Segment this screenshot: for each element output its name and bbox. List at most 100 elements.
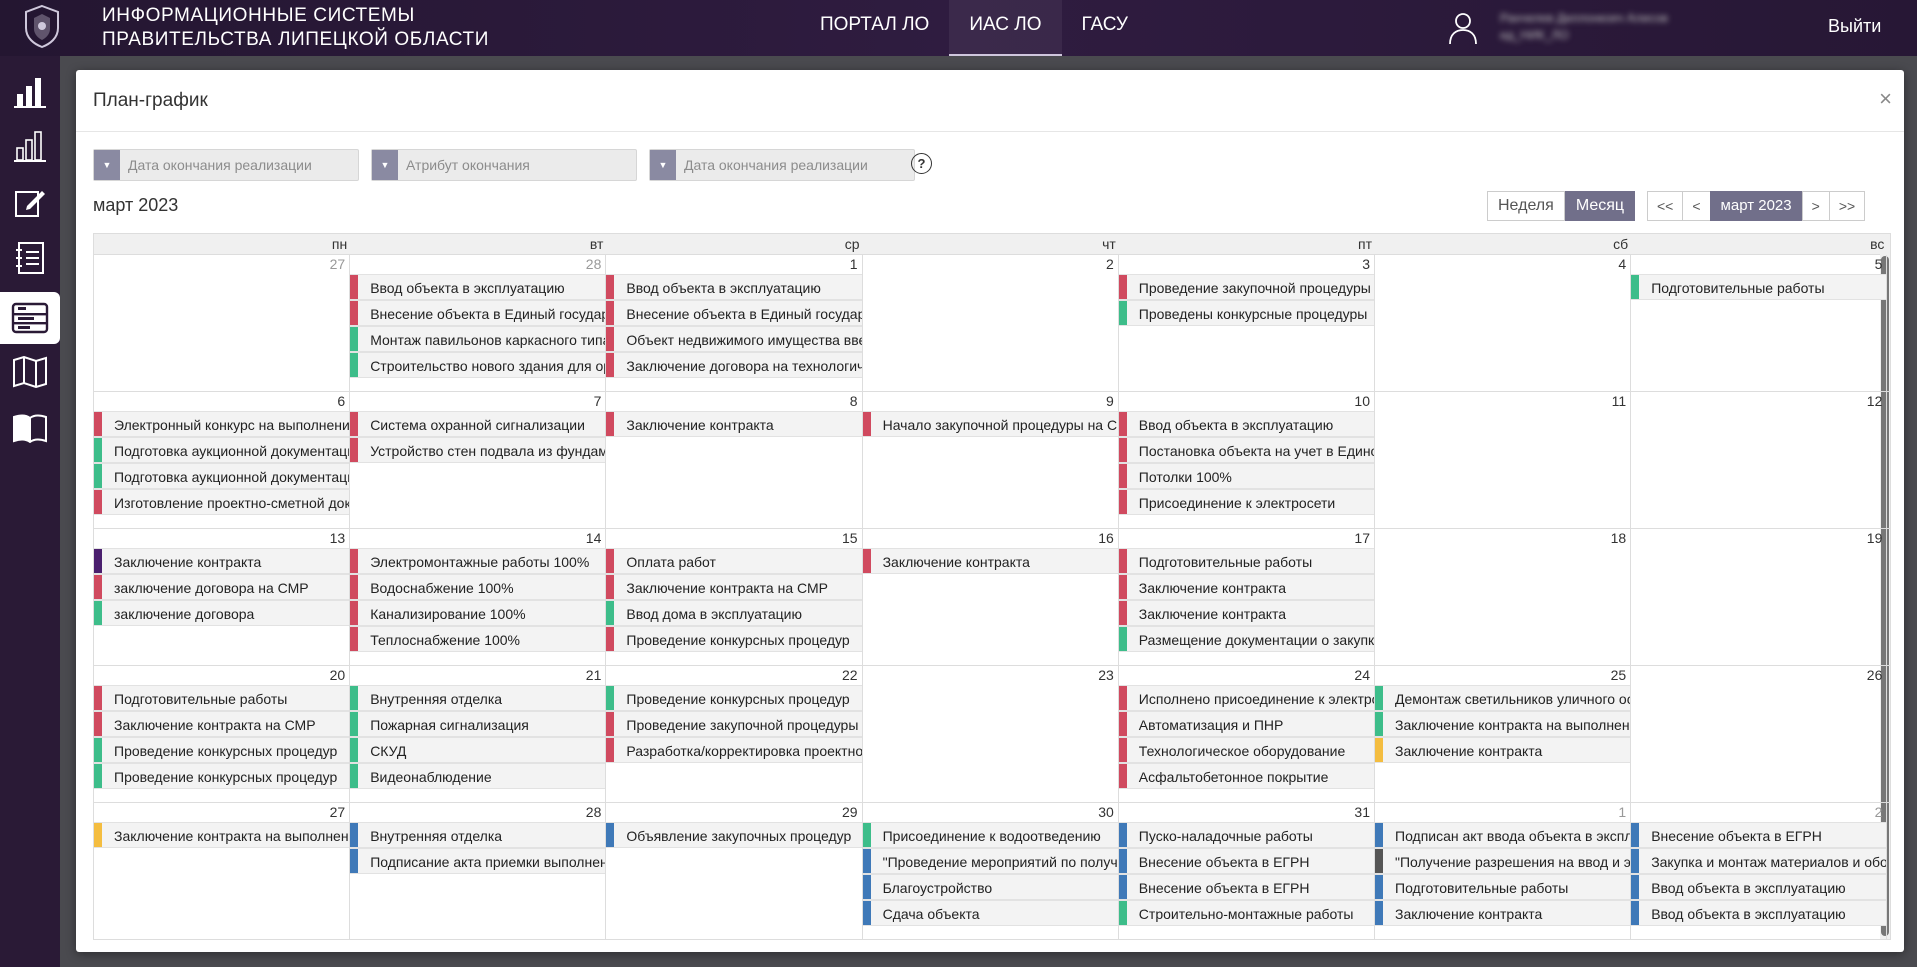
calendar-event[interactable]: Технологическое оборудование <box>1118 737 1374 763</box>
calendar-event[interactable]: Асфальтобетонное покрытие <box>1118 763 1374 789</box>
calendar-event[interactable]: Внесение объекта в ЕГРН <box>1118 874 1374 900</box>
calendar-event[interactable]: Ввод объекта в эксплуатацию <box>1118 411 1374 437</box>
calendar-event[interactable]: Ввод объекта в эксплуатацию <box>1631 900 1887 926</box>
sidebar-item-docs[interactable] <box>0 402 60 454</box>
nav-ias-lo[interactable]: ИАС ЛО <box>949 0 1062 56</box>
next-page-button[interactable]: > <box>1801 191 1830 221</box>
calendar-event[interactable]: Канализирование 100% <box>350 600 606 626</box>
calendar-day-cell[interactable]: 27 <box>94 255 351 391</box>
calendar-day-cell[interactable]: 21 Внутренняя отделка Пожарная сигнализаци… <box>350 666 607 802</box>
calendar-day-cell[interactable]: 8 Заключение контракта <box>606 392 863 528</box>
calendar-day-cell[interactable]: 19 <box>1631 529 1888 665</box>
calendar-event[interactable]: Подготовительные работы <box>1375 874 1631 900</box>
calendar-event[interactable]: Внесение объекта в Единый государственны… <box>350 300 606 326</box>
calendar-day-cell[interactable]: 1 Подписан акт ввода объекта в эксплуатац… <box>1375 803 1632 939</box>
calendar-event[interactable]: Монтаж павильонов каркасного типа <box>350 326 606 352</box>
calendar-day-cell[interactable]: 30 Присоединение к водоотведению "Проведен… <box>862 803 1119 939</box>
calendar-event[interactable]: Заключение контракта на СМР <box>94 711 350 737</box>
current-period-button[interactable]: март 2023 <box>1709 191 1803 221</box>
chevron-down-icon[interactable]: ▼ <box>94 150 120 180</box>
calendar-event[interactable]: Проведение закупочной процедуры <box>1118 274 1374 300</box>
last-page-button[interactable]: >> <box>1828 191 1866 221</box>
calendar-event[interactable]: Демонтаж светильников уличного освещения <box>1375 685 1631 711</box>
calendar-event[interactable]: Строительство нового здания для организа… <box>350 352 606 378</box>
calendar-event[interactable]: Подписан акт ввода объекта в эксплуатаци… <box>1375 822 1631 848</box>
calendar-event[interactable]: Водоснабжение 100% <box>350 574 606 600</box>
calendar-event[interactable]: Заключение контракта на выполнение работ <box>1375 711 1631 737</box>
calendar-event[interactable]: Благоустройство <box>862 874 1118 900</box>
calendar-event[interactable]: "Получение разрешения на ввод и эксплуат… <box>1375 848 1631 874</box>
calendar-event[interactable]: заключение договора на СМР <box>94 574 350 600</box>
calendar-event[interactable]: Заключение договора на технологическое п… <box>606 352 862 378</box>
calendar-event[interactable]: Заключение контракта <box>606 411 862 437</box>
calendar-day-cell[interactable]: 2 <box>863 255 1119 391</box>
calendar-day-cell[interactable]: 3 Проведение закупочной процедуры Проведен… <box>1118 255 1375 391</box>
calendar-event[interactable]: Видеонаблюдение <box>350 763 606 789</box>
calendar-day-cell[interactable]: 9 Начало закупочной процедуры на СМР <box>862 392 1119 528</box>
calendar-day-cell[interactable]: 4 <box>1375 255 1632 391</box>
calendar-event[interactable]: Объект недвижимого имущества введен <box>606 326 862 352</box>
filter-end-date-2[interactable]: ▼ Дата окончания реализации <box>649 149 915 181</box>
calendar-day-cell[interactable]: 5 Подготовительные работы <box>1631 255 1888 391</box>
calendar-event[interactable]: Теплоснабжение 100% <box>350 626 606 652</box>
chevron-down-icon[interactable]: ▼ <box>650 150 676 180</box>
calendar-event[interactable]: Заключение контракта <box>1375 900 1631 926</box>
calendar-day-cell[interactable]: 28 Ввод объекта в эксплуатацию Внесение об… <box>350 255 607 391</box>
first-page-button[interactable]: << <box>1647 191 1684 221</box>
calendar-event[interactable]: Внесение объекта в ЕГРН <box>1631 822 1887 848</box>
calendar-event[interactable]: Подготовительные работы <box>1631 274 1887 300</box>
calendar-event[interactable]: Электромонтажные работы 100% <box>350 548 606 574</box>
calendar-event[interactable]: Подготовительные работы <box>94 685 350 711</box>
calendar-event[interactable]: Проведение конкурсных процедур <box>606 626 862 652</box>
calendar-event[interactable]: Оплата работ <box>606 548 862 574</box>
calendar-event[interactable]: Электронный конкурс на выполнение работ <box>94 411 350 437</box>
calendar-day-cell[interactable]: 31 Пуско-наладочные работы Внесение объект… <box>1118 803 1375 939</box>
sidebar-item-notebook[interactable] <box>0 232 60 284</box>
calendar-day-cell[interactable]: 23 <box>863 666 1119 802</box>
calendar-day-cell[interactable]: 20 Подготовительные работы Заключение конт… <box>94 666 351 802</box>
close-button[interactable]: × <box>1879 86 1892 112</box>
calendar-event[interactable]: Подготовка аукционной документации <box>94 437 350 463</box>
calendar-day-cell[interactable]: 28 Внутренняя отделка Подписание акта прие… <box>350 803 607 939</box>
calendar-day-cell[interactable]: 29 Объявление закупочных процедур <box>606 803 863 939</box>
calendar-event[interactable]: Подготовительные работы <box>1118 548 1374 574</box>
calendar-event[interactable]: Внесение объекта в ЕГРН <box>1118 848 1374 874</box>
calendar-event[interactable]: Система охранной сигнализации <box>350 411 606 437</box>
calendar-event[interactable]: Ввод объекта в эксплуатацию <box>606 274 862 300</box>
coat-of-arms-logo[interactable] <box>18 2 66 50</box>
calendar-day-cell[interactable]: 14 Электромонтажные работы 100% Водоснабже… <box>350 529 607 665</box>
calendar-event[interactable]: Заключение контракта <box>862 548 1118 574</box>
calendar-event[interactable]: Заключение контракта <box>94 548 350 574</box>
calendar-day-cell[interactable]: 11 <box>1375 392 1632 528</box>
sidebar-item-map[interactable] <box>0 346 60 398</box>
calendar-event[interactable]: Заключение контракта <box>1375 737 1631 763</box>
calendar-day-cell[interactable]: 15 Оплата работ Заключение контракта на СМ… <box>606 529 863 665</box>
sidebar-item-statistics[interactable] <box>0 120 60 172</box>
calendar-event[interactable]: Подписание акта приемки выполненных рабо… <box>350 848 606 874</box>
calendar-event[interactable]: Устройство стен подвала из фундаментных … <box>350 437 606 463</box>
calendar-event[interactable]: Разработка/корректировка проектной докум… <box>606 737 862 763</box>
view-week-button[interactable]: Неделя <box>1487 191 1565 221</box>
calendar-event[interactable]: Строительно-монтажные работы <box>1118 900 1374 926</box>
calendar-event[interactable]: Проведение конкурсных процедур <box>94 737 350 763</box>
calendar-day-cell[interactable]: 12 <box>1631 392 1888 528</box>
calendar-event[interactable]: Пуско-наладочные работы <box>1118 822 1374 848</box>
help-icon[interactable]: ? <box>911 153 932 174</box>
sidebar-item-analytics[interactable] <box>0 66 60 118</box>
calendar-day-cell[interactable]: 27 Заключение контракта на выполнение раб… <box>94 803 351 939</box>
calendar-event[interactable]: Заключение контракта <box>1118 600 1374 626</box>
calendar-day-cell[interactable]: 6 Электронный конкурс на выполнение работ… <box>94 392 351 528</box>
prev-page-button[interactable]: < <box>1682 191 1711 221</box>
calendar-event[interactable]: Начало закупочной процедуры на СМР <box>862 411 1118 437</box>
calendar-event[interactable]: Проведение конкурсных процедур <box>94 763 350 789</box>
calendar-day-cell[interactable]: 2 Внесение объекта в ЕГРН Закупка и монтаж… <box>1631 803 1888 939</box>
calendar-day-cell[interactable]: 13 Заключение контракта заключение договор… <box>94 529 351 665</box>
calendar-event[interactable]: Закупка и монтаж материалов и оборудован… <box>1631 848 1887 874</box>
calendar-event[interactable]: Ввод объекта в эксплуатацию <box>350 274 606 300</box>
calendar-event[interactable]: заключение договора <box>94 600 350 626</box>
calendar-event[interactable]: Ввод объекта в эксплуатацию <box>1631 874 1887 900</box>
calendar-event[interactable]: "Проведение мероприятий по получению <box>862 848 1118 874</box>
calendar-event[interactable]: Объявление закупочных процедур <box>606 822 862 848</box>
sidebar-item-schedule[interactable] <box>0 292 60 344</box>
calendar-event[interactable]: Сдача объекта <box>862 900 1118 926</box>
